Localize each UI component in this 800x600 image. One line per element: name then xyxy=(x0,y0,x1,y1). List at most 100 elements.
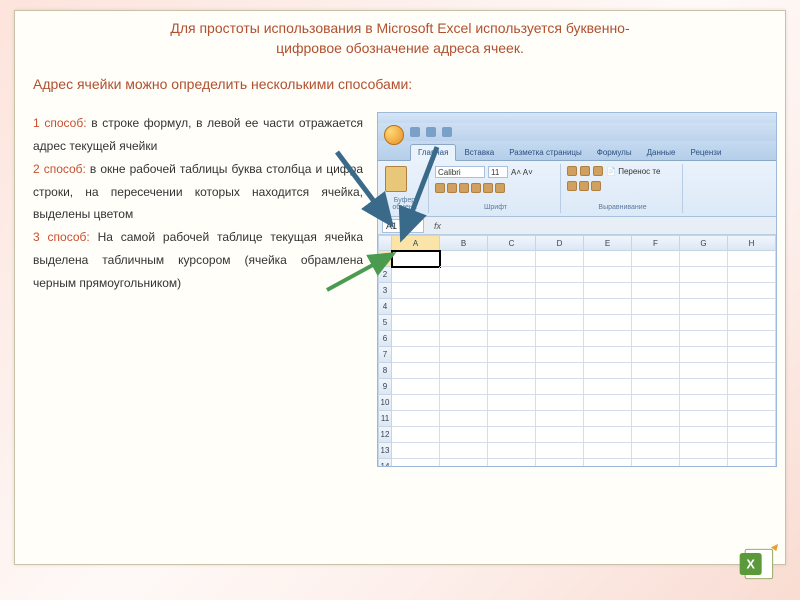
cell[interactable] xyxy=(392,379,440,395)
italic-icon[interactable] xyxy=(447,183,457,193)
cell[interactable] xyxy=(536,411,584,427)
cell[interactable] xyxy=(440,443,488,459)
cell[interactable] xyxy=(680,283,728,299)
cell[interactable] xyxy=(536,315,584,331)
cell[interactable] xyxy=(680,411,728,427)
font-name-select[interactable]: Calibri xyxy=(435,166,485,178)
name-box[interactable]: A1 xyxy=(382,219,424,233)
ribbon-tab-Главная[interactable]: Главная xyxy=(410,144,456,161)
cell[interactable] xyxy=(584,347,632,363)
row-header[interactable]: 4 xyxy=(378,299,392,315)
cell[interactable] xyxy=(584,363,632,379)
cell[interactable] xyxy=(680,459,728,467)
cell[interactable] xyxy=(536,299,584,315)
ribbon-tab-Вставка[interactable]: Вставка xyxy=(457,145,501,160)
ribbon-tab-Данные[interactable]: Данные xyxy=(640,145,683,160)
fx-label[interactable]: fx xyxy=(434,221,441,231)
cell[interactable] xyxy=(632,299,680,315)
column-header[interactable]: H xyxy=(728,235,776,251)
font-size-select[interactable]: 11 xyxy=(488,166,508,178)
cell[interactable] xyxy=(584,251,632,267)
column-header[interactable]: B xyxy=(440,235,488,251)
cell[interactable] xyxy=(536,379,584,395)
cell[interactable] xyxy=(584,283,632,299)
cell[interactable] xyxy=(392,363,440,379)
cell[interactable] xyxy=(632,395,680,411)
cell[interactable] xyxy=(728,267,776,283)
column-header[interactable]: F xyxy=(632,235,680,251)
cell[interactable] xyxy=(536,363,584,379)
cell[interactable] xyxy=(536,427,584,443)
cell[interactable] xyxy=(632,443,680,459)
cell[interactable] xyxy=(632,411,680,427)
font-color-icon[interactable] xyxy=(495,183,505,193)
cell[interactable] xyxy=(632,331,680,347)
cell[interactable] xyxy=(536,267,584,283)
row-header[interactable]: 11 xyxy=(378,411,392,427)
row-header[interactable]: 5 xyxy=(378,315,392,331)
cell[interactable] xyxy=(680,427,728,443)
row-header[interactable]: 13 xyxy=(378,443,392,459)
fill-color-icon[interactable] xyxy=(483,183,493,193)
cell[interactable] xyxy=(632,459,680,467)
cell[interactable] xyxy=(632,315,680,331)
column-header[interactable]: A xyxy=(392,235,440,251)
cell[interactable] xyxy=(632,363,680,379)
column-header[interactable]: G xyxy=(680,235,728,251)
cell[interactable] xyxy=(584,379,632,395)
paste-icon[interactable] xyxy=(385,166,407,192)
cell[interactable] xyxy=(728,299,776,315)
bold-icon[interactable] xyxy=(435,183,445,193)
cell[interactable] xyxy=(536,331,584,347)
cell[interactable] xyxy=(728,283,776,299)
cell[interactable] xyxy=(392,299,440,315)
cell[interactable] xyxy=(488,363,536,379)
cell[interactable] xyxy=(488,379,536,395)
column-header[interactable]: E xyxy=(584,235,632,251)
cell[interactable] xyxy=(488,427,536,443)
cell[interactable] xyxy=(632,283,680,299)
cell[interactable] xyxy=(728,347,776,363)
column-header[interactable]: C xyxy=(488,235,536,251)
align-bot-icon[interactable] xyxy=(593,166,603,176)
cell[interactable] xyxy=(392,251,440,267)
border-icon[interactable] xyxy=(471,183,481,193)
cell[interactable] xyxy=(392,315,440,331)
cell[interactable] xyxy=(728,251,776,267)
row-header[interactable]: 12 xyxy=(378,427,392,443)
cell[interactable] xyxy=(488,251,536,267)
cell[interactable] xyxy=(728,379,776,395)
cell[interactable] xyxy=(440,267,488,283)
cell[interactable] xyxy=(632,251,680,267)
cell[interactable] xyxy=(680,363,728,379)
align-right-icon[interactable] xyxy=(591,181,601,191)
ribbon-tab-Разметка страницы[interactable]: Разметка страницы xyxy=(502,145,589,160)
ribbon-tab-Рецензи[interactable]: Рецензи xyxy=(683,145,728,160)
underline-icon[interactable] xyxy=(459,183,469,193)
cell[interactable] xyxy=(728,315,776,331)
cell[interactable] xyxy=(440,427,488,443)
undo-icon[interactable] xyxy=(426,127,436,137)
row-header[interactable]: 8 xyxy=(378,363,392,379)
cell[interactable] xyxy=(440,315,488,331)
cell[interactable] xyxy=(536,251,584,267)
cell[interactable] xyxy=(440,363,488,379)
cell[interactable] xyxy=(728,331,776,347)
row-header[interactable]: 6 xyxy=(378,331,392,347)
cell[interactable] xyxy=(488,395,536,411)
cell[interactable] xyxy=(680,443,728,459)
cell[interactable] xyxy=(680,267,728,283)
cell[interactable] xyxy=(392,395,440,411)
cell[interactable] xyxy=(536,395,584,411)
cell[interactable] xyxy=(392,267,440,283)
ribbon-tab-Формулы[interactable]: Формулы xyxy=(590,145,639,160)
cell[interactable] xyxy=(632,379,680,395)
cell[interactable] xyxy=(536,443,584,459)
cell[interactable] xyxy=(632,347,680,363)
row-header[interactable]: 1 xyxy=(378,251,392,267)
cell[interactable] xyxy=(536,459,584,467)
cell[interactable] xyxy=(488,331,536,347)
cell[interactable] xyxy=(488,411,536,427)
select-all-corner[interactable] xyxy=(378,235,392,251)
align-center-icon[interactable] xyxy=(579,181,589,191)
